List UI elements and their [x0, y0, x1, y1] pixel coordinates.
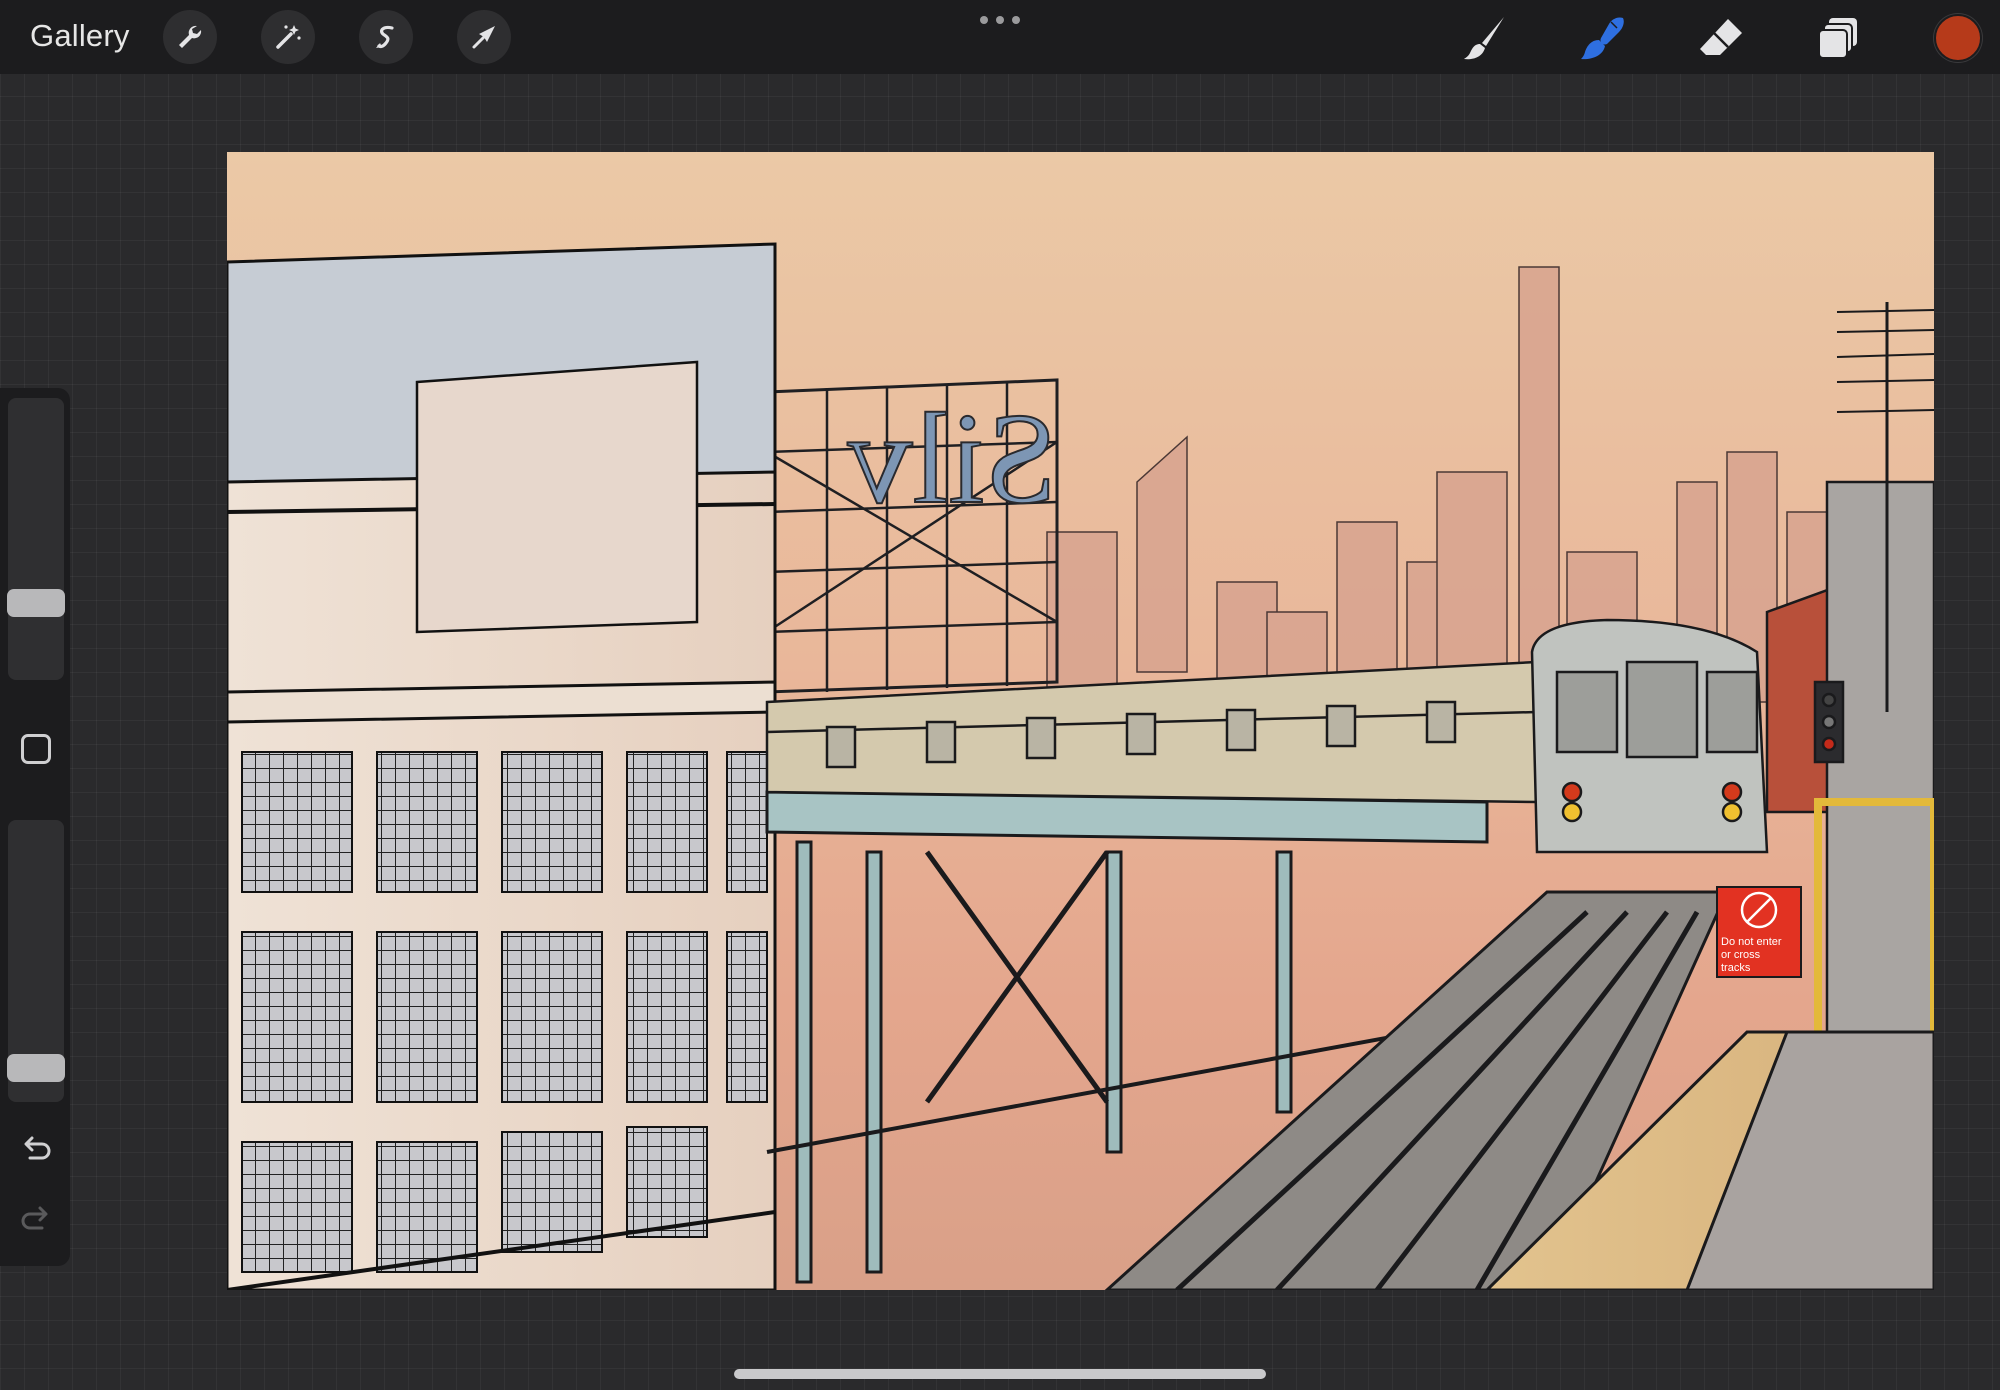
- more-options-handle[interactable]: [980, 16, 1020, 26]
- brush-icon: [1464, 17, 1504, 60]
- color-picker-button[interactable]: [1934, 14, 1982, 62]
- brush-size-thumb[interactable]: [7, 589, 65, 617]
- warning-sign: Do not enter or cross tracks: [1716, 886, 1802, 978]
- home-indicator[interactable]: [734, 1369, 1266, 1379]
- selection-button[interactable]: [359, 10, 413, 64]
- sign-text-line3: tracks: [1721, 962, 1751, 974]
- gallery-button[interactable]: Gallery: [30, 18, 130, 54]
- layers-icon: [1818, 18, 1857, 59]
- selection-icon: [376, 25, 394, 49]
- opacity-thumb[interactable]: [7, 1054, 65, 1082]
- sign-text-line2: or cross: [1721, 949, 1761, 961]
- adjustments-button[interactable]: [261, 10, 315, 64]
- paint-tool-button[interactable]: [1457, 10, 1513, 66]
- sidebar: [0, 388, 70, 1266]
- eraser-tool-button[interactable]: [1693, 10, 1749, 66]
- sign-text-line1: Do not enter: [1721, 936, 1782, 948]
- transform-arrow-icon: [472, 26, 495, 49]
- dot-icon: [996, 16, 1004, 24]
- modify-button[interactable]: [21, 734, 51, 764]
- layers-button[interactable]: [1811, 10, 1867, 66]
- actions-button[interactable]: [163, 10, 217, 64]
- top-toolbar: Gallery: [0, 0, 2000, 74]
- opacity-slider[interactable]: [7, 820, 65, 1102]
- warehouse-building: [227, 242, 777, 1290]
- transform-button[interactable]: [457, 10, 511, 64]
- dot-icon: [980, 16, 988, 24]
- drawing-canvas[interactable]: Silv Do not enter or cross tracks: [227, 152, 1934, 1290]
- wrench-icon: [179, 25, 202, 48]
- smudge-tool-button[interactable]: [1575, 10, 1631, 66]
- brush-size-slider[interactable]: [7, 398, 65, 680]
- dot-icon: [1012, 16, 1020, 24]
- undo-icon[interactable]: [18, 1132, 54, 1168]
- eraser-icon: [1700, 19, 1742, 55]
- redo-icon[interactable]: [18, 1202, 54, 1238]
- smudge-icon: [1581, 17, 1624, 60]
- artwork-illustration: Silv Do not enter or cross tracks: [227, 152, 1934, 1290]
- magic-wand-icon: [276, 25, 301, 49]
- svg-text:Silv: Silv: [847, 387, 1057, 531]
